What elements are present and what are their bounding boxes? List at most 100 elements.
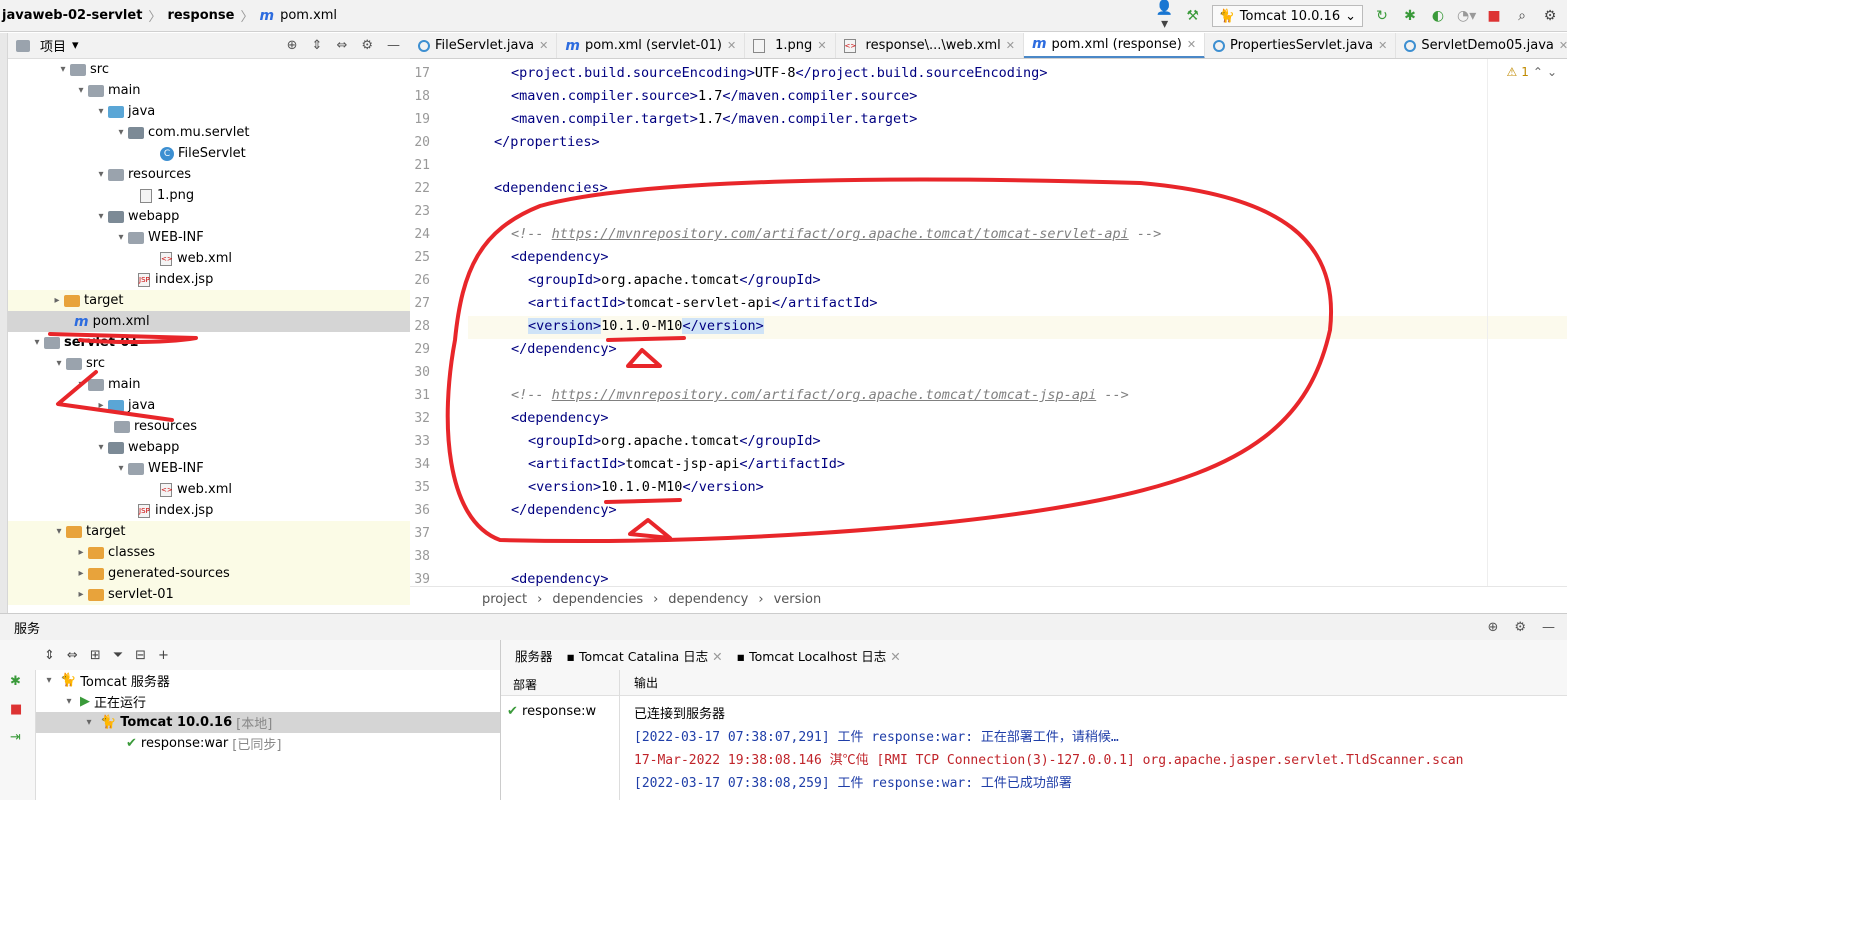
chevron-down-icon[interactable]: ▾	[94, 106, 108, 117]
debug-icon[interactable]: ✱	[1401, 8, 1419, 24]
tree-item[interactable]: <> web.xml	[8, 248, 410, 269]
chevron-down-icon[interactable]: ▾	[74, 379, 88, 390]
run-config-select[interactable]: 🐈 Tomcat 10.0.16 ⌄	[1211, 5, 1363, 27]
tree-item[interactable]: ▾ servlet-01	[8, 332, 410, 353]
close-icon[interactable]: ✕	[727, 39, 736, 52]
comment-link[interactable]: https://mvnrepository.com/artifact/org.a…	[552, 387, 1097, 403]
chevron-down-icon[interactable]: ▾	[114, 127, 128, 138]
project-panel-title[interactable]: 项目	[40, 36, 66, 55]
chevron-down-icon[interactable]: ▾	[52, 358, 66, 369]
chevron-up-icon[interactable]: ⌃	[1533, 65, 1543, 79]
tree-item[interactable]: ▾ WEB-INF	[8, 458, 410, 479]
hide-icon[interactable]: —	[1542, 620, 1555, 635]
close-icon[interactable]: ✕	[890, 649, 900, 664]
settings-icon[interactable]: ⚙	[1541, 8, 1559, 24]
tab-localhost-log[interactable]: ▪ Tomcat Localhost 日志 ✕	[737, 646, 901, 665]
stop-icon[interactable]: ■	[10, 702, 22, 717]
tree-item[interactable]: ▾ 🐈 Tomcat 服务器	[36, 670, 500, 691]
tree-item[interactable]: ▾ src	[8, 59, 410, 80]
chevron-down-icon[interactable]: ▾	[114, 463, 128, 474]
gear-icon[interactable]: ⚙	[361, 38, 373, 53]
tree-item[interactable]: ▾ ▶ 正在运行	[36, 691, 500, 712]
services-title[interactable]: 服务	[14, 618, 40, 637]
group-icon[interactable]: ⊞	[90, 648, 101, 663]
chevron-down-icon[interactable]: ▾	[56, 64, 70, 75]
tree-item[interactable]: ▾ com.mu.servlet	[8, 122, 410, 143]
chevron-down-icon[interactable]: ▾	[82, 717, 96, 728]
chevron-right-icon[interactable]: ▸	[74, 568, 88, 579]
close-icon[interactable]: ✕	[1559, 39, 1567, 52]
tree-item[interactable]: ▾ target	[8, 521, 410, 542]
tree-item[interactable]: ▾ main	[8, 374, 410, 395]
tab-file-servlet[interactable]: FileServlet.java ✕	[410, 33, 558, 58]
gear-icon[interactable]: ⚙	[1514, 620, 1526, 635]
chevron-down-icon[interactable]: ▾	[72, 38, 79, 53]
close-icon[interactable]: ✕	[817, 39, 826, 52]
tree-item[interactable]: 1.png	[8, 185, 410, 206]
tree-item[interactable]: ▸ generated-sources	[8, 563, 410, 584]
chevron-right-icon[interactable]: ▸	[94, 400, 108, 411]
tree-item[interactable]: resources	[8, 416, 410, 437]
close-icon[interactable]: ✕	[1378, 39, 1387, 52]
tree-item[interactable]: <> web.xml	[8, 479, 410, 500]
close-icon[interactable]: ✕	[539, 39, 548, 52]
rerun-icon[interactable]: ↻	[1373, 8, 1391, 24]
chevron-down-icon[interactable]: ▾	[52, 526, 66, 537]
chevron-down-icon[interactable]: ▾	[94, 442, 108, 453]
search-icon[interactable]: ⌕	[1513, 8, 1531, 24]
tab-servlet-demo05[interactable]: ServletDemo05.java ✕	[1396, 33, 1567, 58]
tree-item[interactable]: JSP index.jsp	[8, 269, 410, 290]
debug-icon[interactable]: ✱	[10, 674, 21, 689]
tree-item[interactable]: C FileServlet	[8, 143, 410, 164]
collapse-all-icon[interactable]: ⇔	[67, 648, 78, 663]
tab-server[interactable]: 服务器	[515, 646, 553, 665]
tab-pom-response[interactable]: m pom.xml (response) ✕	[1023, 33, 1206, 58]
tab-catalina-log[interactable]: ▪ Tomcat Catalina 日志 ✕	[567, 646, 723, 665]
tab-properties-servlet[interactable]: PropertiesServlet.java ✕	[1205, 33, 1397, 58]
chevron-down-icon[interactable]: ▾	[62, 696, 76, 707]
editor-scrollbar[interactable]: ⚠ 1 ⌃ ⌄	[1487, 59, 1567, 586]
tree-item[interactable]: ▸ target	[8, 290, 410, 311]
tree-item[interactable]: ▸ java	[8, 395, 410, 416]
deploy-icon[interactable]: ⇥	[10, 730, 21, 745]
hide-icon[interactable]: —	[387, 38, 400, 53]
tree-item[interactable]: ▾ java	[8, 101, 410, 122]
close-icon[interactable]: ✕	[712, 649, 722, 664]
tree-item[interactable]: ▸ servlet-01	[8, 584, 410, 605]
new-tab-icon[interactable]: ⊟	[135, 648, 146, 663]
chevron-down-icon[interactable]: ▾	[30, 337, 44, 348]
expand-all-icon[interactable]: ⇕	[312, 38, 323, 53]
tree-item[interactable]: JSP index.jsp	[8, 500, 410, 521]
tab-1-png[interactable]: 1.png ✕	[745, 33, 836, 58]
tab-pom-servlet01[interactable]: m pom.xml (servlet-01) ✕	[557, 33, 746, 58]
tree-item[interactable]: m pom.xml	[8, 311, 410, 332]
breadcrumb-item[interactable]: project	[482, 592, 527, 607]
tree-item[interactable]: ▾ src	[8, 353, 410, 374]
tree-item[interactable]: ✔ response:war [已同步]	[36, 733, 500, 754]
breadcrumb-module[interactable]: response	[167, 8, 234, 23]
output-console[interactable]: 已连接到服务器 [2022-03-17 07:38:07,291] 工件 res…	[620, 697, 1567, 800]
breadcrumb-item[interactable]: version	[774, 592, 822, 607]
locate-icon[interactable]: ⊕	[1487, 620, 1498, 635]
locate-icon[interactable]: ⊕	[287, 38, 298, 53]
coverage-icon[interactable]: ◐	[1429, 8, 1447, 24]
deploy-item[interactable]: ✔ response:w	[501, 696, 619, 719]
close-icon[interactable]: ✕	[1187, 38, 1196, 51]
comment-link[interactable]: https://mvnrepository.com/artifact/org.a…	[552, 226, 1129, 242]
breadcrumb-item[interactable]: dependencies	[552, 592, 643, 607]
chevron-down-icon[interactable]: ▾	[74, 85, 88, 96]
user-icon[interactable]: 👤▾	[1156, 0, 1174, 32]
chevron-down-icon[interactable]: ▾	[94, 211, 108, 222]
warning-icon[interactable]: ⚠	[1506, 65, 1517, 79]
tree-item[interactable]: ▾ resources	[8, 164, 410, 185]
chevron-right-icon[interactable]: ▸	[50, 295, 64, 306]
breadcrumb-item[interactable]: dependency	[668, 592, 748, 607]
tab-web-xml[interactable]: <> response\...\web.xml ✕	[836, 33, 1024, 58]
close-icon[interactable]: ✕	[1006, 39, 1015, 52]
tree-item[interactable]: ▾ main	[8, 80, 410, 101]
code-editor[interactable]: 17 18 19 20 21 22 23 24 25 26 27 28 29 3…	[410, 59, 1567, 586]
stop-icon[interactable]: ■	[1485, 8, 1503, 24]
chevron-down-icon[interactable]: ▾	[94, 169, 108, 180]
collapse-all-icon[interactable]: ⇔	[336, 38, 347, 53]
profile-icon[interactable]: ◔▾	[1457, 8, 1476, 24]
